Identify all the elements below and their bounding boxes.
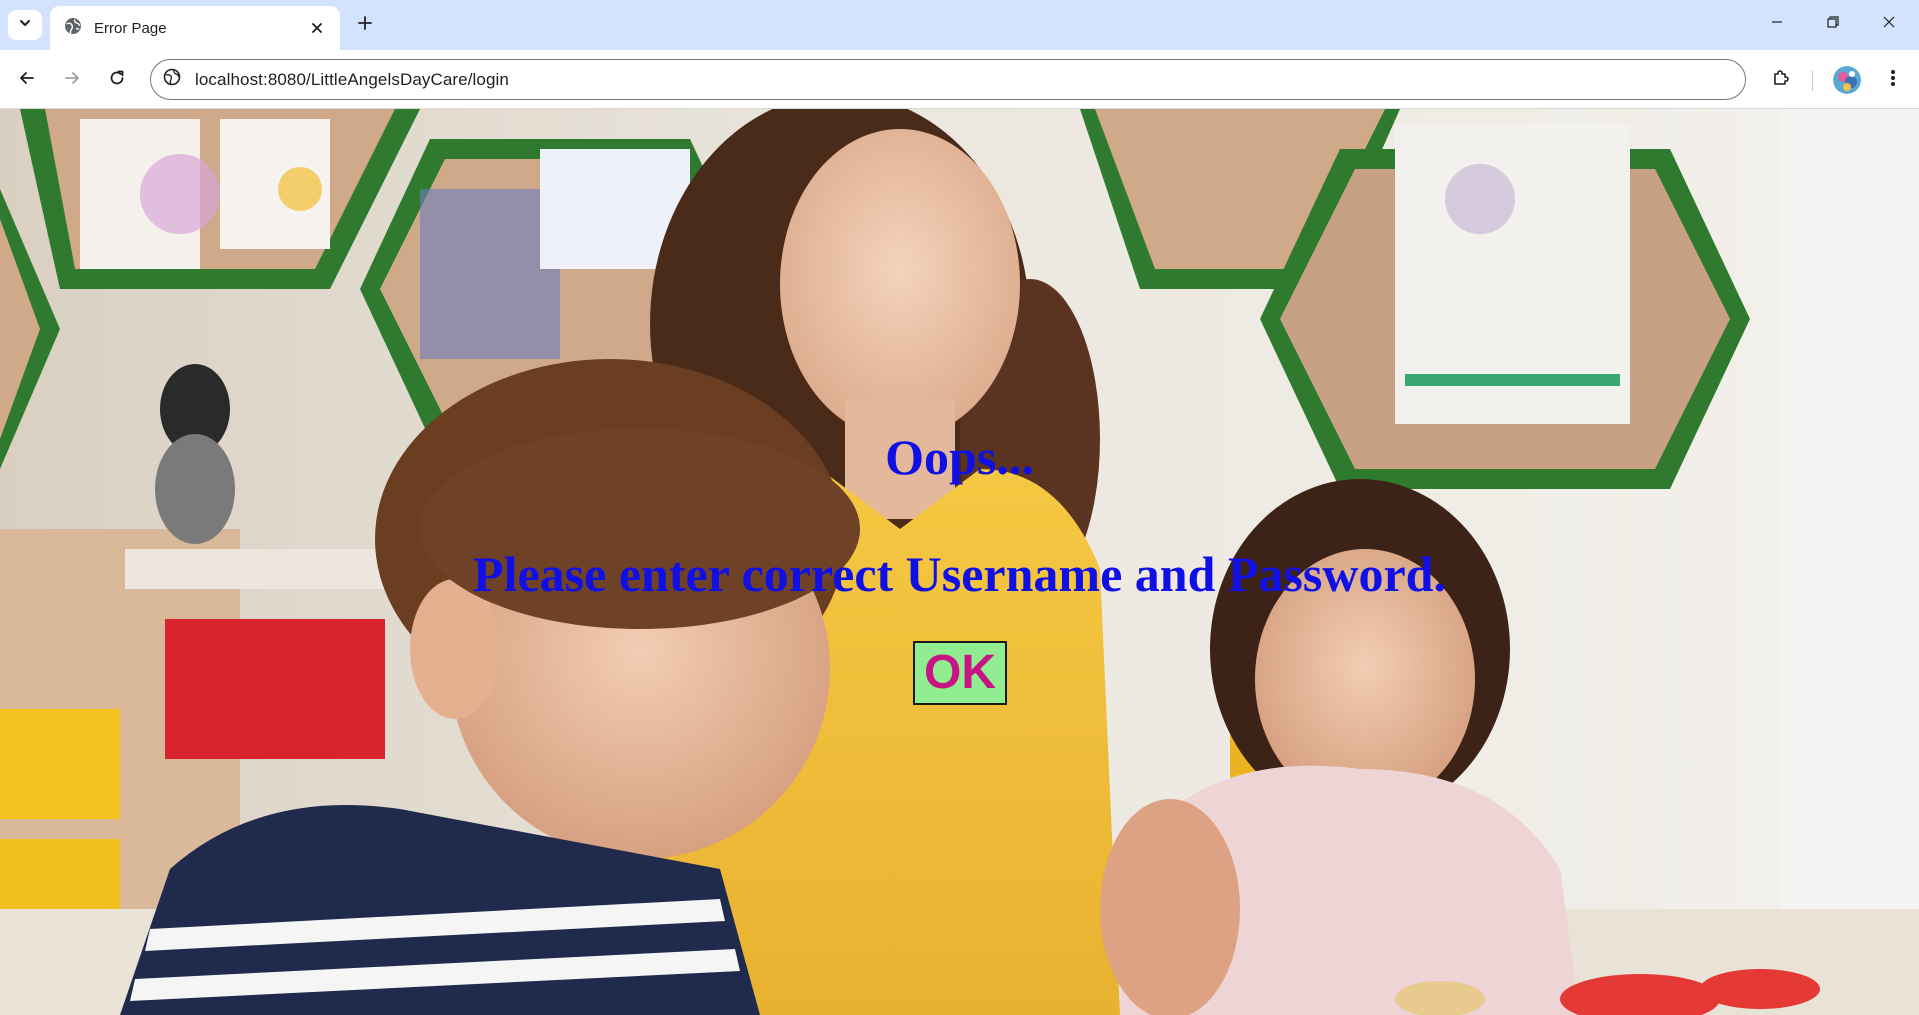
- arrow-right-icon: [63, 69, 81, 92]
- extensions-button[interactable]: [1765, 64, 1797, 96]
- error-heading: Oops...: [885, 429, 1034, 485]
- restore-button[interactable]: [1810, 8, 1856, 40]
- back-button[interactable]: [11, 64, 43, 96]
- reload-button[interactable]: [101, 64, 133, 96]
- error-message: Please enter correct Username and Passwo…: [473, 546, 1446, 602]
- puzzle-icon: [1771, 68, 1791, 93]
- ok-button[interactable]: OK: [913, 641, 1007, 705]
- globe-icon: [64, 17, 82, 40]
- page-viewport: Oops... Please enter correct Username an…: [0, 109, 1919, 1015]
- forward-button[interactable]: [56, 64, 88, 96]
- plus-icon: [357, 15, 373, 36]
- tab-error-page[interactable]: Error Page: [50, 6, 340, 50]
- minimize-icon: [1770, 15, 1784, 34]
- new-tab-button[interactable]: [350, 10, 380, 40]
- tab-search-button[interactable]: [8, 10, 42, 40]
- close-window-icon: [1882, 15, 1896, 34]
- error-content: Oops... Please enter correct Username an…: [0, 109, 1919, 1015]
- tab-title: Error Page: [94, 19, 167, 37]
- tab-strip: Error Page: [0, 0, 1919, 50]
- arrow-left-icon: [18, 69, 36, 92]
- kebab-menu-icon: [1890, 68, 1896, 93]
- url-text: localhost:8080/LittleAngelsDayCare/login: [195, 69, 509, 89]
- toolbar-divider: [1812, 71, 1813, 91]
- site-info-icon[interactable]: [163, 68, 181, 91]
- close-icon[interactable]: [306, 17, 328, 39]
- browser-toolbar: localhost:8080/LittleAngelsDayCare/login: [0, 50, 1919, 109]
- minimize-button[interactable]: [1754, 8, 1800, 40]
- avatar[interactable]: [1833, 66, 1861, 94]
- address-bar[interactable]: localhost:8080/LittleAngelsDayCare/login: [150, 59, 1746, 100]
- restore-icon: [1826, 15, 1840, 34]
- menu-button[interactable]: [1877, 64, 1909, 96]
- reload-icon: [108, 69, 126, 92]
- close-window-button[interactable]: [1866, 8, 1912, 40]
- chevron-down-icon: [18, 16, 32, 35]
